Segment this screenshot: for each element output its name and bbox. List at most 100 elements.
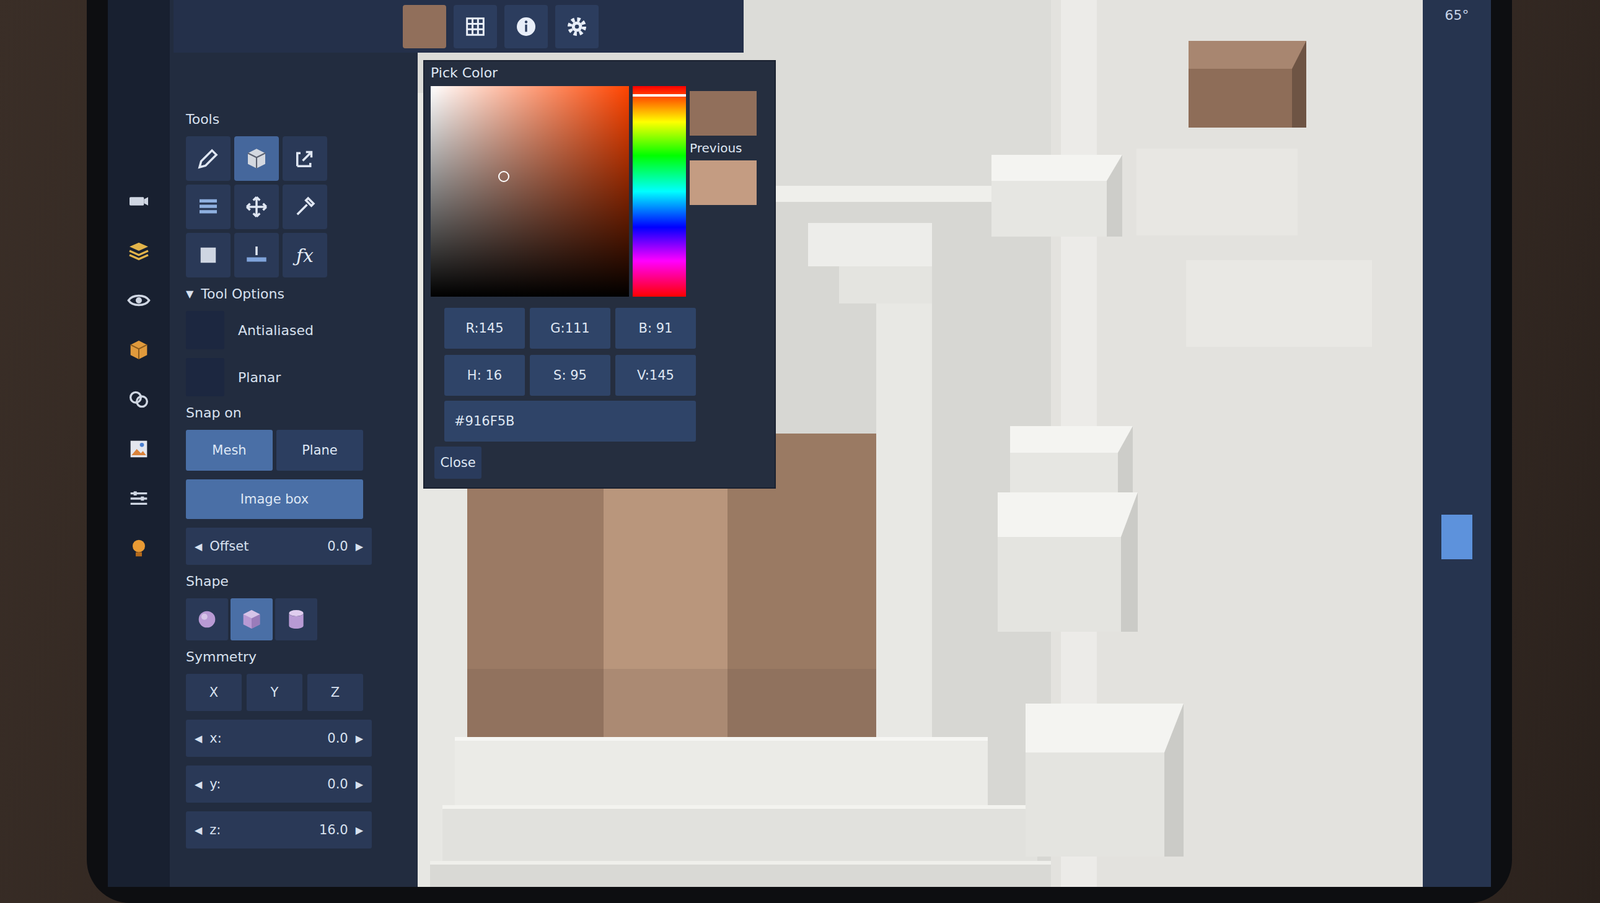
popup-title: Pick Color <box>430 65 769 82</box>
field-value: G:111 <box>550 320 590 336</box>
close-label: Close <box>439 455 476 471</box>
checkbox-row[interactable]: Antialiased <box>185 311 406 350</box>
shape-button[interactable] <box>185 598 229 641</box>
symmetry-stepper[interactable]: ◀x:0.0▶ <box>185 720 372 758</box>
symmetry-stepper[interactable]: ◀ y: 0.0 ▶ <box>185 765 372 804</box>
button-label: Image box <box>240 492 309 507</box>
section-title: Tools <box>185 111 406 128</box>
tool-button[interactable]: ƒx <box>282 232 328 278</box>
mode-button[interactable] <box>120 235 157 267</box>
saturation-value-area[interactable] <box>430 86 629 297</box>
settings-button[interactable] <box>555 4 599 49</box>
field-value: B: 91 <box>638 320 673 336</box>
mode-button[interactable] <box>120 532 157 564</box>
stepper-label: z: <box>209 822 221 838</box>
section-title: Symmetry <box>185 649 406 666</box>
shape-button[interactable] <box>275 598 318 641</box>
tool-panel: Tools ƒx ▼ Tool Options Antialiased Planar Sna… <box>169 0 418 888</box>
offset-stepper[interactable]: ◀Offset0.0▶ <box>185 527 372 566</box>
color-fields: R:145 G:111 B: 91 H: 16 S: 95 V:145 <box>444 307 769 396</box>
color-field[interactable]: R:145 <box>444 307 525 349</box>
mode-button[interactable] <box>120 384 157 416</box>
tool-button[interactable] <box>185 136 231 181</box>
gear-icon <box>564 14 590 40</box>
previous-swatch[interactable] <box>689 160 757 206</box>
hue-marker[interactable] <box>632 94 686 97</box>
hue-slider[interactable] <box>632 86 686 297</box>
increment-button[interactable]: ▶ <box>355 778 364 791</box>
tool-button[interactable] <box>234 136 279 181</box>
info-button[interactable] <box>504 4 548 49</box>
expand-arrow: ▼ <box>185 286 194 303</box>
color-field[interactable]: S: 95 <box>529 355 611 396</box>
mode-button[interactable] <box>120 285 157 317</box>
axis-button[interactable]: Z <box>307 674 364 712</box>
axis-button[interactable]: Y <box>246 674 303 712</box>
axis-label: Y <box>270 685 279 701</box>
stepper-label: Offset <box>209 539 249 554</box>
tool-button[interactable] <box>282 136 328 181</box>
picker-cursor[interactable] <box>498 171 510 183</box>
color-field[interactable]: V:145 <box>615 355 696 396</box>
stepper-value: 0.0 <box>327 731 348 747</box>
camera-icon <box>126 189 152 214</box>
increment-button[interactable]: ▶ <box>355 540 364 553</box>
tool-button[interactable] <box>234 232 279 278</box>
section-header[interactable]: ▼ Tool Options <box>185 286 406 303</box>
color-field[interactable]: G:111 <box>529 307 611 349</box>
decrement-button[interactable]: ◀ <box>194 540 203 553</box>
tool-button[interactable] <box>185 232 231 278</box>
color-swatch[interactable] <box>402 4 447 49</box>
section-title: Snap on <box>185 405 406 422</box>
image-box-button[interactable]: Image box <box>185 479 364 520</box>
increment-button[interactable]: ▶ <box>355 733 364 745</box>
shape-button[interactable] <box>230 598 273 641</box>
tool-button[interactable] <box>185 184 231 230</box>
sphere-icon <box>194 607 220 633</box>
symmetry-stepper[interactable]: ◀z:16.0▶ <box>185 811 372 849</box>
color-field[interactable]: H: 16 <box>444 355 525 396</box>
checkbox-row[interactable]: Planar <box>185 358 406 397</box>
mode-button[interactable] <box>120 483 157 515</box>
grid-button[interactable] <box>453 4 497 49</box>
checkbox[interactable] <box>185 311 225 350</box>
color-field[interactable]: B: 91 <box>615 307 696 349</box>
top-toolbar <box>173 0 744 53</box>
mode-button[interactable] <box>120 334 157 366</box>
tool-button[interactable] <box>234 184 279 230</box>
layers-icon <box>126 238 152 264</box>
snap-button[interactable]: Plane <box>276 430 364 471</box>
snap-button[interactable]: Mesh <box>185 430 273 471</box>
section-title: Tool Options <box>200 286 285 303</box>
mode-button[interactable] <box>120 433 157 465</box>
decrement-button[interactable]: ◀ <box>194 733 203 745</box>
decrement-button[interactable]: ◀ <box>194 824 203 837</box>
axis-button[interactable]: X <box>185 674 242 712</box>
light-icon <box>126 536 152 561</box>
checkbox-label: Planar <box>237 369 281 386</box>
zoom-track <box>1441 49 1473 863</box>
decrement-button[interactable]: ◀ <box>194 778 203 791</box>
render-icon <box>126 387 152 413</box>
door-arch <box>808 223 932 267</box>
checkbox[interactable] <box>185 358 225 397</box>
snap-options: MeshPlane <box>185 430 406 471</box>
field-value: H: 16 <box>467 368 502 383</box>
swatch-column: Previous <box>689 86 757 297</box>
eyedropper-icon <box>291 193 318 220</box>
white-block <box>997 492 1138 633</box>
axis-label: X <box>209 685 219 701</box>
mode-button[interactable] <box>120 185 157 217</box>
zoom-handle[interactable] <box>1441 514 1473 560</box>
grid-icon <box>462 14 488 40</box>
field-value: S: 95 <box>553 368 587 383</box>
stepper-value: 0.0 <box>327 777 348 792</box>
hex-field[interactable]: #916F5B <box>444 400 696 442</box>
close-button[interactable]: Close <box>434 446 482 480</box>
stepper-label: y: <box>209 777 221 792</box>
color-picker: Pick Color Previous R:145 G:111 B: 91 H: 16 S:… <box>423 60 776 489</box>
tool-button[interactable] <box>282 184 328 230</box>
field-value: R:145 <box>465 320 504 336</box>
door-frame <box>876 235 932 825</box>
increment-button[interactable]: ▶ <box>355 824 364 837</box>
